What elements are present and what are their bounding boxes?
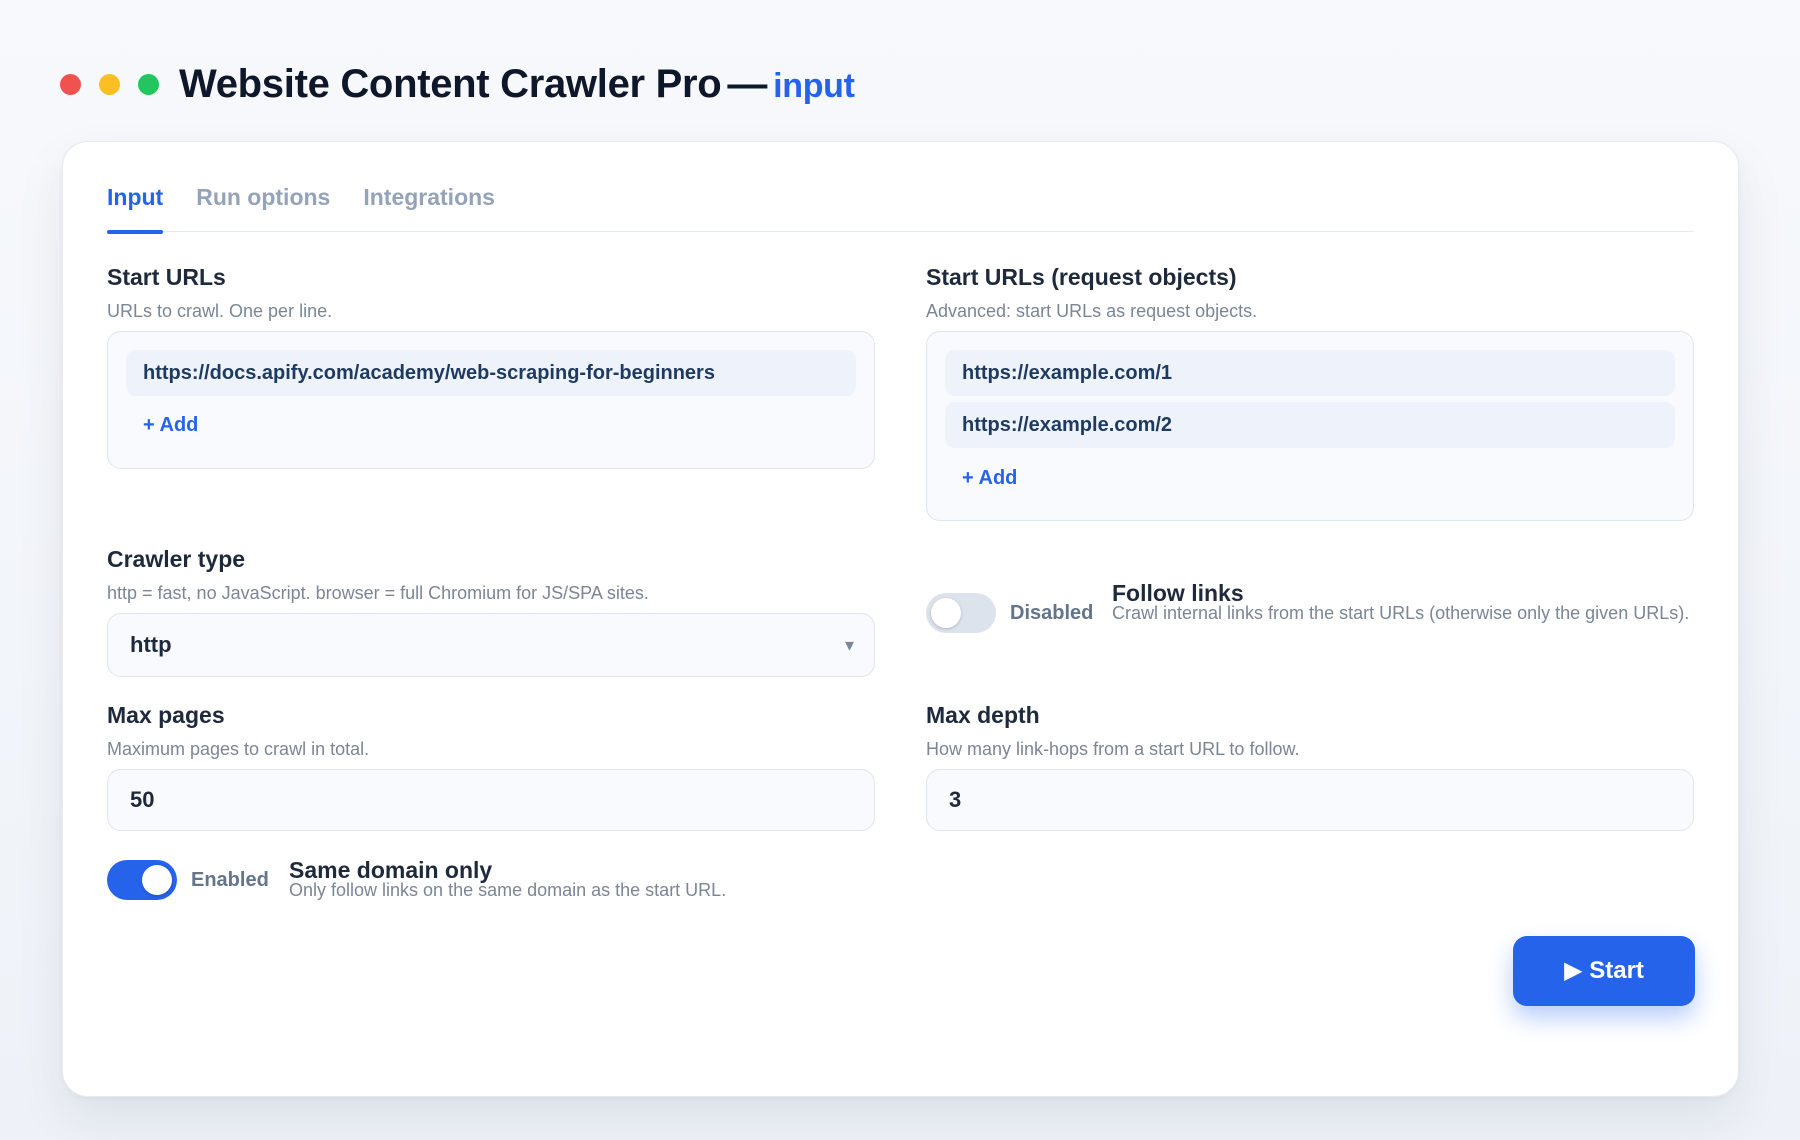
same-domain-state: Enabled (191, 869, 269, 891)
max-depth-label: Max depth (926, 702, 1040, 728)
request-objects-field: Start URLs (request objects) Advanced: s… (926, 264, 1257, 322)
start-urls-field: Start URLs URLs to crawl. One per line. (107, 264, 332, 322)
crawler-type-hint: http = fast, no JavaScript. browser = fu… (107, 583, 649, 603)
max-depth-hint: How many link-hops from a start URL to f… (926, 739, 1300, 759)
same-domain-description: Only follow links on the same domain as … (289, 880, 727, 900)
max-pages-input[interactable]: 50 (107, 769, 875, 831)
max-pages-field: Max pages Maximum pages to crawl in tota… (107, 702, 369, 760)
add-request-object-button[interactable]: + Add (962, 467, 1017, 490)
window-titlebar: Website Content Crawler Pro — input (60, 56, 855, 112)
same-domain-toggle[interactable] (107, 860, 177, 900)
chevron-down-icon: ▾ (844, 635, 854, 655)
start-url-item[interactable]: https://docs.apify.com/academy/web-scrap… (126, 350, 856, 396)
add-start-url-button[interactable]: + Add (143, 414, 198, 437)
max-pages-hint: Maximum pages to crawl in total. (107, 739, 370, 759)
request-object-item[interactable]: https://example.com/2 (945, 402, 1675, 448)
start-urls-list: https://docs.apify.com/academy/web-scrap… (107, 331, 875, 469)
crawler-type-value: http (130, 632, 172, 657)
request-object-item[interactable]: https://example.com/1 (945, 350, 1675, 396)
tab-input[interactable]: Input (107, 174, 164, 234)
crawler-type-field: Crawler type http = fast, no JavaScript.… (107, 546, 649, 604)
page-title: Website Content Crawler Pro — input (179, 62, 855, 107)
toggle-knob (931, 598, 961, 628)
start-urls-label: Start URLs (107, 264, 226, 290)
max-depth-field: Max depth How many link-hops from a star… (926, 702, 1299, 760)
maximize-window-button[interactable] (138, 73, 159, 95)
tab-bar: Input Run options Integrations (107, 174, 1694, 234)
crawler-type-select[interactable]: http ▾ (107, 613, 875, 677)
crawler-type-label: Crawler type (107, 546, 246, 572)
tab-run-options[interactable]: Run options (196, 174, 330, 232)
input-card: Input Run options Integrations Start URL… (62, 141, 1739, 1097)
request-objects-hint: Advanced: start URLs as request objects. (926, 301, 1258, 321)
toggle-knob (142, 865, 172, 895)
follow-links-toggle[interactable] (926, 593, 996, 633)
max-pages-label: Max pages (107, 702, 225, 728)
max-depth-input[interactable]: 3 (926, 769, 1694, 831)
tab-integrations[interactable]: Integrations (363, 174, 495, 232)
request-objects-list: https://example.com/1 https://example.co… (926, 331, 1694, 521)
follow-links-description: Crawl internal links from the start URLs… (1112, 603, 1690, 623)
close-window-button[interactable] (60, 73, 81, 95)
minimize-window-button[interactable] (99, 73, 120, 95)
page-subtitle: input (773, 66, 855, 105)
start-urls-hint: URLs to crawl. One per line. (107, 301, 333, 321)
request-objects-label: Start URLs (request objects) (926, 264, 1237, 290)
start-button[interactable]: ▶ Start (1513, 936, 1695, 1006)
follow-links-state: Disabled (1010, 602, 1094, 624)
title-separator: — (727, 61, 768, 106)
app-title: Website Content Crawler Pro (179, 61, 722, 106)
